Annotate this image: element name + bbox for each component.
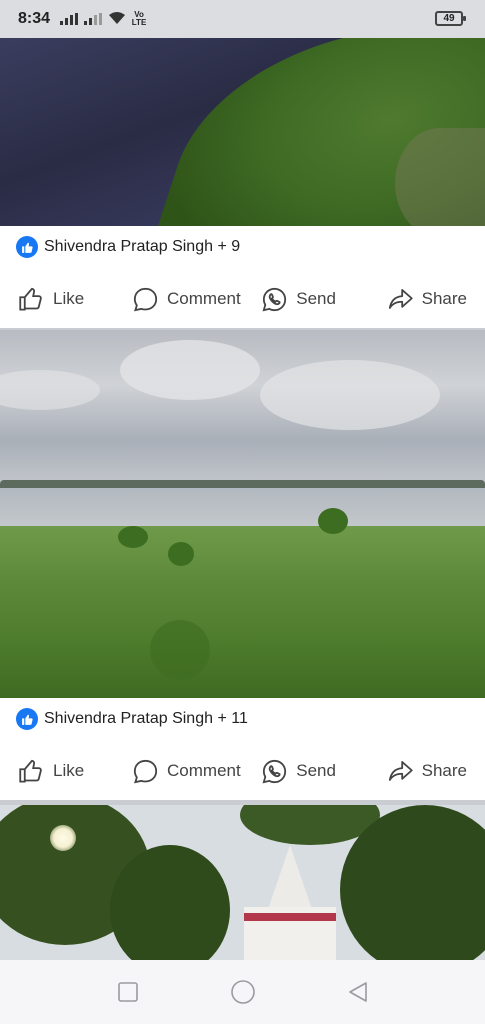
system-navigation-bar (0, 960, 485, 1024)
like-label: Like (53, 289, 85, 308)
comment-label: Comment (167, 761, 241, 780)
like-label: Like (53, 761, 85, 780)
post-photo-river-bank[interactable] (0, 38, 485, 226)
shrub (168, 542, 194, 566)
like-button[interactable]: Like (0, 284, 130, 314)
wifi-icon (108, 11, 126, 28)
status-bar: 8:34 Vo LTE 49 (0, 0, 485, 38)
grass-field (0, 526, 485, 698)
comment-button[interactable]: Comment (130, 756, 242, 786)
dirt-path (395, 128, 485, 226)
send-button[interactable]: Send (243, 284, 355, 314)
cloud (260, 360, 440, 430)
battery-icon: 49 (435, 11, 466, 26)
post-card-footer: Shivendra Pratap Singh + 9 Like Comment … (0, 226, 485, 328)
share-arrow-icon (388, 288, 413, 309)
like-button[interactable]: Like (0, 756, 130, 786)
thumbs-up-icon (19, 287, 42, 311)
reaction-summary[interactable]: Shivendra Pratap Singh + 9 (16, 236, 240, 258)
shrub (318, 508, 348, 534)
comment-label: Comment (167, 289, 241, 308)
post-card-footer: Shivendra Pratap Singh + 11 Like Comment… (0, 698, 485, 800)
like-reaction-icon (16, 708, 38, 730)
temple-spire (266, 845, 314, 915)
share-label: Share (421, 761, 467, 780)
shrub (150, 620, 210, 680)
post-actions: Like Comment Send Share (0, 756, 485, 786)
volte-label: Vo LTE (131, 10, 147, 27)
signal-2-icon (84, 13, 103, 25)
post-photo-lake-landscape[interactable] (0, 330, 485, 698)
post-actions: Like Comment Send Share (0, 284, 485, 314)
shrub (118, 526, 148, 548)
temple (244, 845, 336, 960)
tree-foliage (110, 845, 230, 960)
share-arrow-icon (388, 760, 413, 781)
reaction-names: Shivendra Pratap Singh + 9 (44, 238, 241, 255)
send-label: Send (296, 289, 336, 308)
temple-band (244, 913, 336, 921)
share-button[interactable]: Share (355, 284, 485, 314)
reaction-names: Shivendra Pratap Singh + 11 (44, 710, 248, 727)
post-photo-temple-trees[interactable] (0, 805, 485, 960)
send-button[interactable]: Send (243, 756, 355, 786)
share-label: Share (421, 289, 467, 308)
send-label: Send (296, 761, 336, 780)
reaction-summary[interactable]: Shivendra Pratap Singh + 11 (16, 708, 248, 730)
whatsapp-icon (262, 759, 287, 783)
signal-icon (60, 13, 79, 25)
whatsapp-icon (262, 287, 287, 311)
sunlight (50, 825, 76, 851)
status-time: 8:34 (18, 10, 51, 27)
share-button[interactable]: Share (355, 756, 485, 786)
comment-button[interactable]: Comment (130, 284, 242, 314)
comment-icon (133, 287, 158, 311)
comment-icon (133, 759, 158, 783)
recents-square-icon[interactable] (113, 977, 143, 1007)
like-reaction-icon (16, 236, 38, 258)
home-circle-icon[interactable] (228, 977, 258, 1007)
cloud (120, 340, 260, 400)
back-triangle-icon[interactable] (343, 977, 373, 1007)
thumbs-up-icon (19, 759, 42, 783)
